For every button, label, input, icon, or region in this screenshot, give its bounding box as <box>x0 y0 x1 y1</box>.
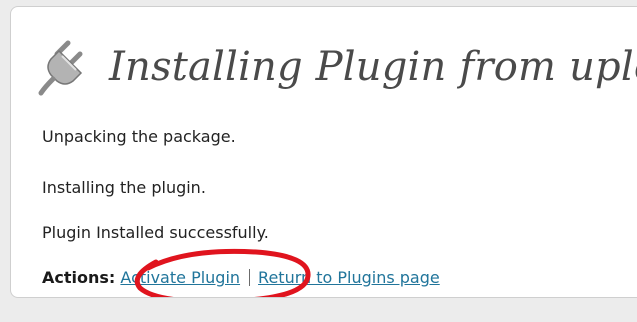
actions-row: Actions: Activate Plugin Return to Plugin… <box>42 268 440 287</box>
link-separator <box>249 269 251 286</box>
return-to-plugins-link[interactable]: Return to Plugins page <box>258 268 440 287</box>
page-title: Installing Plugin from uploa <box>109 44 637 90</box>
install-panel: Installing Plugin from uploa Unpacking t… <box>10 6 637 298</box>
plug-icon <box>35 37 99 97</box>
actions-label: Actions: <box>42 268 116 287</box>
status-message-installing: Installing the plugin. <box>42 178 206 197</box>
title-row: Installing Plugin from uploa <box>35 37 637 97</box>
activate-plugin-link[interactable]: Activate Plugin <box>120 268 240 287</box>
status-message-unpacking: Unpacking the package. <box>42 127 236 146</box>
status-message-success: Plugin Installed successfully. <box>42 223 269 242</box>
